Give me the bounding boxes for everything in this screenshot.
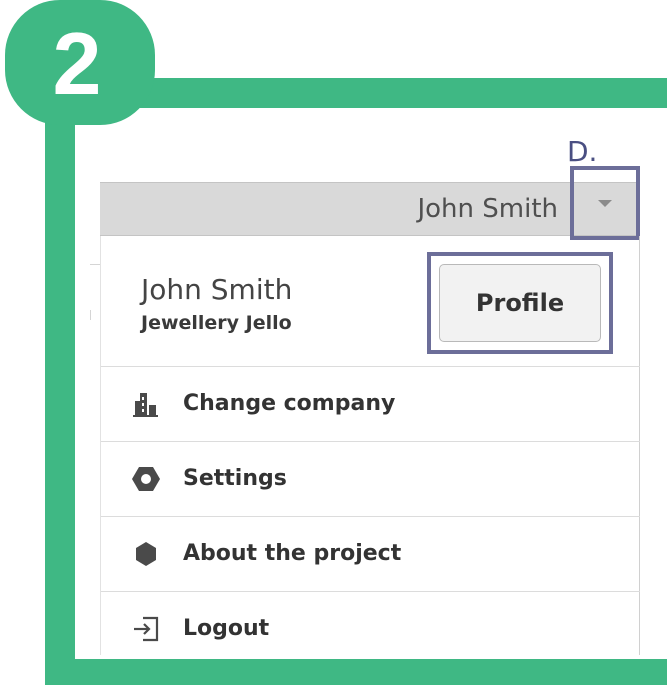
menu-item-change-company[interactable]: Change company bbox=[101, 367, 640, 442]
user-dropdown: John Smith John Smith Jewellery Jello Pr… bbox=[100, 166, 640, 655]
menu-item-logout[interactable]: Logout bbox=[101, 592, 640, 655]
profile-button[interactable]: Profile bbox=[439, 264, 601, 342]
menu-item-settings[interactable]: Settings bbox=[101, 442, 640, 517]
callout-label: D. bbox=[567, 135, 598, 168]
building-icon bbox=[133, 393, 158, 417]
profile-button-highlight: Profile bbox=[427, 252, 613, 354]
user-menu-bar[interactable]: John Smith bbox=[100, 182, 640, 236]
header-user-name[interactable]: John Smith bbox=[417, 192, 558, 226]
user-card: John Smith Jewellery Jello Profile bbox=[101, 236, 640, 367]
caret-down-icon[interactable] bbox=[598, 200, 612, 207]
menu-item-label: Change company bbox=[183, 391, 396, 416]
step-number: 2 bbox=[52, 14, 102, 113]
dropdown-toggle-highlight[interactable] bbox=[570, 166, 640, 240]
step-badge: 2 bbox=[5, 0, 155, 125]
hexagon-gear-icon bbox=[132, 467, 160, 491]
logout-icon bbox=[134, 616, 159, 642]
divider-tick bbox=[90, 310, 91, 320]
hexagon-icon bbox=[136, 542, 156, 566]
dropdown-menu: John Smith Jewellery Jello Profile Chang… bbox=[100, 236, 640, 655]
user-name: John Smith bbox=[141, 273, 293, 306]
user-company: Jewellery Jello bbox=[141, 312, 292, 334]
menu-item-label: About the project bbox=[183, 541, 402, 566]
menu-item-label: Logout bbox=[183, 616, 270, 641]
menu-item-about-project[interactable]: About the project bbox=[101, 517, 640, 592]
menu-item-label: Settings bbox=[183, 466, 287, 491]
